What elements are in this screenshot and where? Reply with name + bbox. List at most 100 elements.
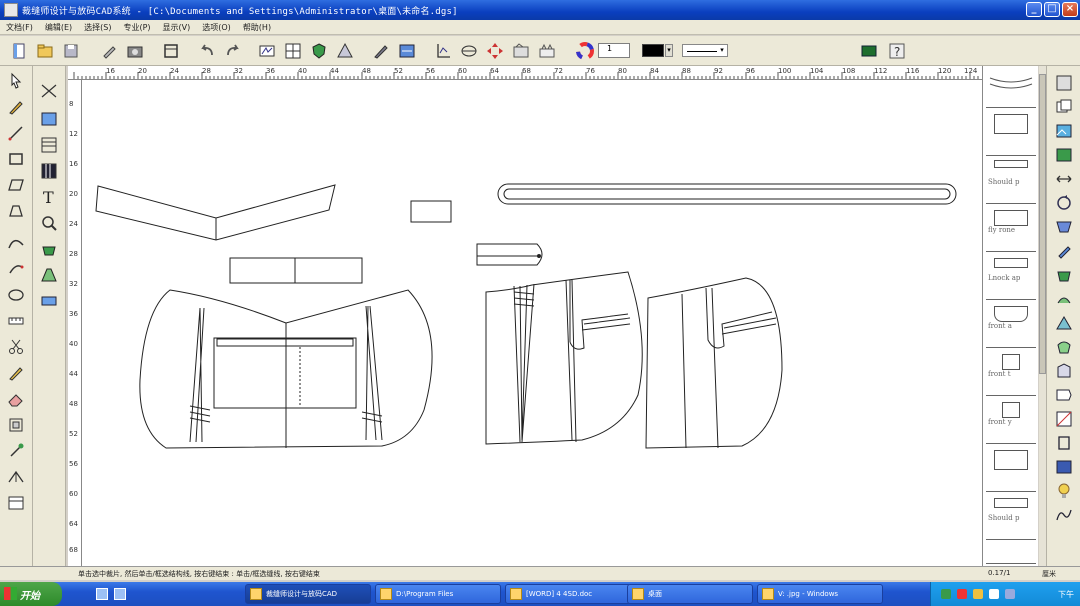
task-desktop[interactable]: 桌面 [627,584,753,604]
line-style-dropdown[interactable]: ▾ [682,44,728,57]
rotate-piece-icon[interactable] [1053,192,1075,214]
quicklaunch-desktop-icon[interactable] [96,588,108,600]
menu-view[interactable]: 显示(V) [163,22,191,33]
menu-file[interactable]: 文档(F) [6,22,33,33]
piece-thumb[interactable]: Should p [986,494,1036,540]
ellipse-draw-icon[interactable] [5,284,27,306]
marker-icon[interactable] [5,362,27,384]
close-button[interactable]: × [1062,2,1078,17]
color-swatch[interactable] [642,44,664,57]
task-image-viewer[interactable]: V: .jpg - Windows [757,584,883,604]
drawing-canvas[interactable] [82,80,982,566]
parallelogram-tool-icon[interactable] [5,174,27,196]
menu-professional[interactable]: 专业(P) [123,22,150,33]
scrollbar-thumb[interactable] [1039,74,1046,374]
redo-icon[interactable] [222,40,244,62]
piece-thumb[interactable]: front t [986,350,1036,396]
shield-icon[interactable] [308,40,330,62]
bucket-icon[interactable] [38,238,60,260]
camera-icon[interactable] [124,40,146,62]
piece-thumb[interactable] [986,68,1036,108]
tray-volume-icon[interactable] [973,589,983,599]
tray-app-icon[interactable] [1005,589,1015,599]
menu-select[interactable]: 选择(S) [84,22,111,33]
sew-tool-icon[interactable] [38,108,60,130]
paint-piece-icon[interactable] [1053,240,1075,262]
task-cad-app[interactable]: 裁缝师设计与放码CAD [245,584,371,604]
menu-options[interactable]: 选项(O) [202,22,231,33]
hatch-icon[interactable] [38,134,60,156]
piece-thumb[interactable]: front a [986,302,1036,348]
menu-edit[interactable]: 编辑(E) [45,22,72,33]
layout-icon[interactable] [38,290,60,312]
pleat-icon[interactable] [38,160,60,182]
pieces-scrollbar[interactable] [1039,66,1046,566]
maximize-button[interactable]: □ [1044,2,1060,17]
open-file-icon[interactable] [34,40,56,62]
stack-icon[interactable] [536,40,558,62]
piece-thumb[interactable]: Should p [986,158,1036,204]
quicklaunch-browser-icon[interactable] [114,588,126,600]
piece-outline-icon[interactable] [1053,432,1075,454]
pin-tool-icon[interactable] [5,440,27,462]
table-edit-icon[interactable] [5,492,27,514]
fold-piece-icon[interactable] [1053,360,1075,382]
split-piece-icon[interactable] [1053,408,1075,430]
piece-thumb[interactable] [986,542,1036,564]
zoom-icon[interactable] [38,212,60,234]
pencil-draw-icon[interactable] [5,96,27,118]
piece-grade-icon[interactable] [1053,144,1075,166]
ruler-tool-icon[interactable] [5,310,27,332]
piece-copy-icon[interactable] [1053,96,1075,118]
piece-image-icon[interactable] [1053,120,1075,142]
tray-network-icon[interactable] [941,589,951,599]
axis-icon[interactable] [432,40,454,62]
tray-security-icon[interactable] [957,589,967,599]
save-file-icon[interactable] [60,40,82,62]
color-dropdown-arrow[interactable]: ▾ [665,44,673,57]
line-width-field[interactable]: 1 [598,43,630,58]
piece-fill-icon[interactable] [38,264,60,286]
piece-select-icon[interactable] [1053,72,1075,94]
notch-tool-icon[interactable] [5,466,27,488]
notch-piece-icon[interactable] [1053,312,1075,334]
sleeve-icon[interactable] [1053,336,1075,358]
cut-line-icon[interactable] [38,80,60,102]
color-wheel-icon[interactable] [574,40,596,62]
lightbulb-icon[interactable] [1053,480,1075,502]
tray-ime-icon[interactable] [989,589,999,599]
task-word-doc[interactable]: [WORD] 4 4SD.doc [505,584,631,604]
rectangle-tool-icon[interactable] [5,148,27,170]
grading-icon[interactable] [510,40,532,62]
trapezoid-tool-icon[interactable] [5,200,27,222]
new-file-icon[interactable] [8,40,30,62]
undo-icon[interactable] [196,40,218,62]
seam-allowance-icon[interactable] [1053,288,1075,310]
curve-tool-icon[interactable] [5,232,27,254]
triangle-3d-icon[interactable] [334,40,356,62]
pattern-view-icon[interactable] [256,40,278,62]
piece-thumb[interactable]: front y [986,398,1036,444]
task-program-files[interactable]: D:\Program Files [375,584,501,604]
menu-help[interactable]: 帮助(H) [243,22,271,33]
frame-icon[interactable] [160,40,182,62]
scissors-icon[interactable] [5,336,27,358]
piece-thumb[interactable]: fly rone [986,206,1036,252]
transform-icon[interactable] [5,414,27,436]
line-tool-icon[interactable] [5,122,27,144]
measure-icon[interactable] [396,40,418,62]
text-tool-icon[interactable]: T [38,186,60,208]
pencil-icon[interactable] [370,40,392,62]
label-piece-icon[interactable] [1053,384,1075,406]
grid-view-icon[interactable] [282,40,304,62]
start-button[interactable]: 开始 [0,582,62,606]
eraser-icon[interactable] [5,388,27,410]
help-icon[interactable]: ? [886,40,908,62]
mirror-piece-icon[interactable] [1053,216,1075,238]
bucket-piece-icon[interactable] [1053,264,1075,286]
piece-thumb[interactable] [986,110,1036,156]
piece-thumb[interactable]: Lnock ap [986,254,1036,300]
move-arrows-icon[interactable] [484,40,506,62]
width-expand-icon[interactable] [1053,168,1075,190]
arc-tool-icon[interactable] [5,258,27,280]
